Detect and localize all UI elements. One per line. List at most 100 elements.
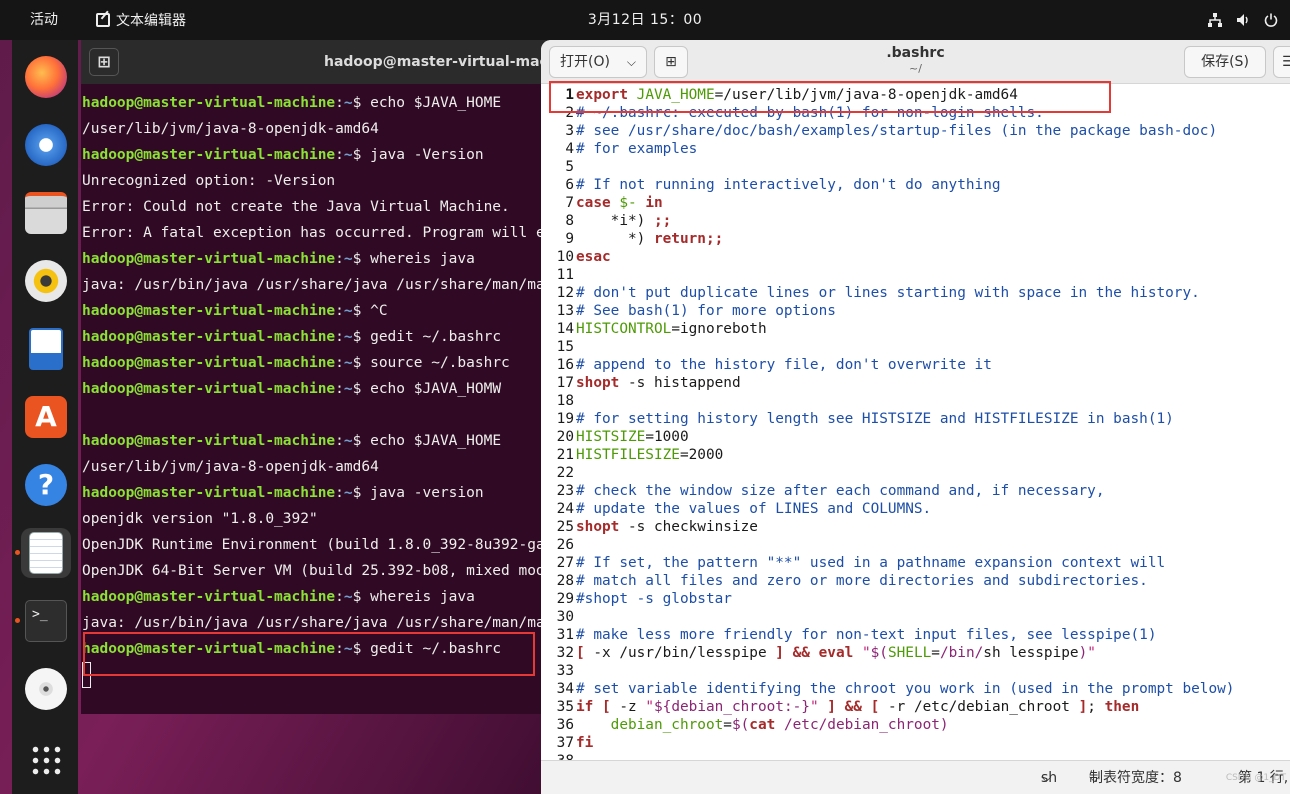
code-line[interactable]: 29 #shopt -s globstar xyxy=(541,590,1290,608)
terminal-output[interactable]: hadoop@master-virtual-machine:~$ echo $J… xyxy=(81,90,551,714)
writer-icon xyxy=(29,328,63,370)
dock-firefox[interactable] xyxy=(21,52,71,102)
code-line[interactable]: 36 debian_chroot=$(cat /etc/debian_chroo… xyxy=(541,716,1290,734)
prompt-path: ~ xyxy=(343,251,353,267)
hamburger-menu-button[interactable]: ☰ xyxy=(1273,46,1290,78)
code-line[interactable]: 31 # make less more friendly for non-text… xyxy=(541,626,1290,644)
volume-icon[interactable] xyxy=(1236,13,1250,27)
code-line[interactable]: 8 *i*) ;; xyxy=(541,212,1290,230)
code-line[interactable]: 26 xyxy=(541,536,1290,554)
code-editor[interactable]: 1 export JAVA_HOME=/user/lib/jvm/java-8-o… xyxy=(541,86,1290,762)
terminal-line: hadoop@master-virtual-machine:~$ echo $J… xyxy=(82,433,502,449)
dock-rhythmbox[interactable] xyxy=(21,256,71,306)
code-line[interactable]: 24 # update the values of LINES and COLUM… xyxy=(541,500,1290,518)
code-line[interactable]: 20 HISTSIZE=1000 xyxy=(541,428,1290,446)
prompt-user: hadoop@master-virtual-machine xyxy=(82,485,336,501)
code-line[interactable]: 27 # If set, the pattern "**" used in a p… xyxy=(541,554,1290,572)
prompt-user: hadoop@master-virtual-machine xyxy=(82,251,336,267)
command-text: $ java -Version xyxy=(352,147,484,163)
gedit-headerbar[interactable]: 打开(O) ⌵ ⊞ .bashrc ~/ 保存(S) ☰ xyxy=(541,40,1290,84)
code-line[interactable]: 3 # see /usr/share/doc/bash/examples/star… xyxy=(541,122,1290,140)
prompt-path: ~ xyxy=(343,433,353,449)
code-line[interactable]: 15 xyxy=(541,338,1290,356)
terminal-line: hadoop@master-virtual-machine:~$ source … xyxy=(82,355,510,371)
code-text: # If not running interactively, don't do… xyxy=(576,177,1001,193)
dock-show-apps[interactable] xyxy=(21,736,71,786)
line-number: 12 xyxy=(556,285,574,301)
clock[interactable]: 3月12日 15：00 xyxy=(0,0,1290,40)
code-line[interactable]: 16 # append to the history file, don't ov… xyxy=(541,356,1290,374)
command-text: $ echo $JAVA_HOME xyxy=(352,433,502,449)
terminal-titlebar[interactable]: ⊞ hadoop@master-virtual-machine: ~ xyxy=(81,40,604,84)
code-line[interactable]: 35 if [ -z "${debian_chroot:-}" ] && [ -r… xyxy=(541,698,1290,716)
code-line[interactable]: 34 # set variable identifying the chroot … xyxy=(541,680,1290,698)
language-selector[interactable]: sh ⌵ xyxy=(1041,761,1057,794)
rhythmbox-icon xyxy=(25,260,67,302)
code-line[interactable]: 13 # See bash(1) for more options xyxy=(541,302,1290,320)
code-text: # match all files and zero or more direc… xyxy=(576,573,1148,589)
code-text: # append to the history file, don't over… xyxy=(576,357,992,373)
code-line[interactable]: 10 esac xyxy=(541,248,1290,266)
code-line[interactable]: 33 xyxy=(541,662,1290,680)
code-line[interactable]: 11 xyxy=(541,266,1290,284)
code-text: HISTCONTROL=ignoreboth xyxy=(576,321,767,337)
dock-help[interactable]: ? xyxy=(21,460,71,510)
code-line[interactable]: 21 HISTFILESIZE=2000 xyxy=(541,446,1290,464)
power-icon[interactable] xyxy=(1264,13,1278,27)
line-number: 9 xyxy=(565,231,574,247)
line-number: 31 xyxy=(556,627,574,643)
code-line[interactable]: 25 shopt -s checkwinsize xyxy=(541,518,1290,536)
line-number: 24 xyxy=(556,501,574,517)
code-text: if [ -z "${debian_chroot:-}" ] && [ -r /… xyxy=(576,699,1140,715)
prompt-user: hadoop@master-virtual-machine xyxy=(82,303,336,319)
dock-writer[interactable] xyxy=(21,324,71,374)
gedit-window[interactable]: 打开(O) ⌵ ⊞ .bashrc ~/ 保存(S) ☰ 1 export JAV… xyxy=(541,40,1290,794)
line-number: 27 xyxy=(556,555,574,571)
dock-text-editor[interactable] xyxy=(15,528,71,578)
line-number: 20 xyxy=(556,429,574,445)
code-line[interactable]: 6 # If not running interactively, don't d… xyxy=(541,176,1290,194)
dock-thunderbird[interactable] xyxy=(21,120,71,170)
code-line[interactable]: 28 # match all files and zero or more dir… xyxy=(541,572,1290,590)
code-line[interactable]: 14 HISTCONTROL=ignoreboth xyxy=(541,320,1290,338)
status-bar: sh ⌵ 制表符宽度：8 ⌵ 第 1 行, CSDN @1_DT xyxy=(541,760,1290,794)
highlight-box xyxy=(83,632,535,676)
prompt-user: hadoop@master-virtual-machine xyxy=(82,589,336,605)
new-tab-button[interactable]: ⊞ xyxy=(89,48,119,76)
dock-dvd[interactable] xyxy=(21,664,71,714)
code-text: # check the window size after each comma… xyxy=(576,483,1105,499)
code-line[interactable]: 17 shopt -s histappend xyxy=(541,374,1290,392)
dock-terminal[interactable]: >_ xyxy=(15,596,71,646)
terminal-line: hadoop@master-virtual-machine:~$ echo $J… xyxy=(82,381,502,397)
prompt-user: hadoop@master-virtual-machine xyxy=(82,381,336,397)
code-line[interactable]: 18 xyxy=(541,392,1290,410)
save-button[interactable]: 保存(S) xyxy=(1184,46,1266,78)
code-line[interactable]: 12 # don't put duplicate lines or lines s… xyxy=(541,284,1290,302)
code-line[interactable]: 37 fi xyxy=(541,734,1290,752)
code-line[interactable]: 7 case $- in xyxy=(541,194,1290,212)
line-number: 32 xyxy=(556,645,574,661)
code-line[interactable]: 5 xyxy=(541,158,1290,176)
code-text: case $- in xyxy=(576,195,663,211)
code-line[interactable]: 19 # for setting history length see HISTS… xyxy=(541,410,1290,428)
prompt-path: ~ xyxy=(343,589,353,605)
dock-app-center[interactable]: A xyxy=(21,392,71,442)
terminal-window[interactable]: ⊞ hadoop@master-virtual-machine: ~ hadoo… xyxy=(81,40,604,714)
code-line[interactable]: 30 xyxy=(541,608,1290,626)
line-number: 37 xyxy=(556,735,574,751)
terminal-line: hadoop@master-virtual-machine:~$ java -V… xyxy=(82,147,484,163)
terminal-line: OpenJDK Runtime Environment (build 1.8.0… xyxy=(82,537,551,553)
line-number: 26 xyxy=(556,537,574,553)
code-line[interactable]: 23 # check the window size after each com… xyxy=(541,482,1290,500)
system-tray[interactable] xyxy=(1208,0,1278,40)
network-icon[interactable] xyxy=(1208,13,1222,27)
terminal-line: hadoop@master-virtual-machine:~$ whereis… xyxy=(82,251,475,267)
code-line[interactable]: 4 # for examples xyxy=(541,140,1290,158)
prompt-user: hadoop@master-virtual-machine xyxy=(82,147,336,163)
dock-files[interactable] xyxy=(21,188,71,238)
tab-width-selector[interactable]: 制表符宽度：8 ⌵ xyxy=(1089,761,1182,794)
code-line[interactable]: 32[ -x /usr/bin/lesspipe ] && eval "$(SH… xyxy=(541,644,1290,662)
code-line[interactable]: 9 *) return;; xyxy=(541,230,1290,248)
code-line[interactable]: 22 xyxy=(541,464,1290,482)
document-title: .bashrc xyxy=(886,45,945,61)
